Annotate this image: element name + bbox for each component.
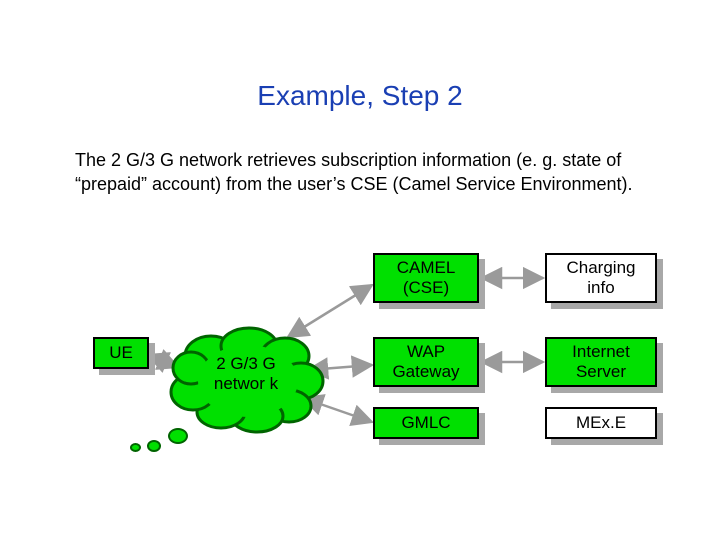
page-title: Example, Step 2 [0, 80, 720, 112]
node-gmlc-label: GMLC [373, 407, 479, 439]
node-charging: Charging info [545, 253, 657, 303]
description-text: The 2 G/3 G network retrieves subscripti… [75, 148, 645, 197]
node-wap-label: WAP Gateway [373, 337, 479, 387]
node-wap: WAP Gateway [373, 337, 479, 387]
node-network-label: 2 G/3 G networ k [201, 354, 291, 394]
cloud-bubble [147, 440, 161, 452]
node-mexe: MEx.E [545, 407, 657, 439]
node-ue-label: UE [93, 337, 149, 369]
node-internet-label: Internet Server [545, 337, 657, 387]
node-ue: UE [93, 337, 149, 369]
node-camel: CAMEL (CSE) [373, 253, 479, 303]
slide: Example, Step 2 The 2 G/3 G network retr… [0, 0, 720, 540]
node-mexe-label: MEx.E [545, 407, 657, 439]
node-camel-label: CAMEL (CSE) [373, 253, 479, 303]
node-internet: Internet Server [545, 337, 657, 387]
node-network-cloud: 2 G/3 G networ k [163, 326, 328, 446]
cloud-bubble [130, 443, 141, 452]
node-charging-label: Charging info [545, 253, 657, 303]
cloud-bubble [168, 428, 188, 444]
node-gmlc: GMLC [373, 407, 479, 439]
